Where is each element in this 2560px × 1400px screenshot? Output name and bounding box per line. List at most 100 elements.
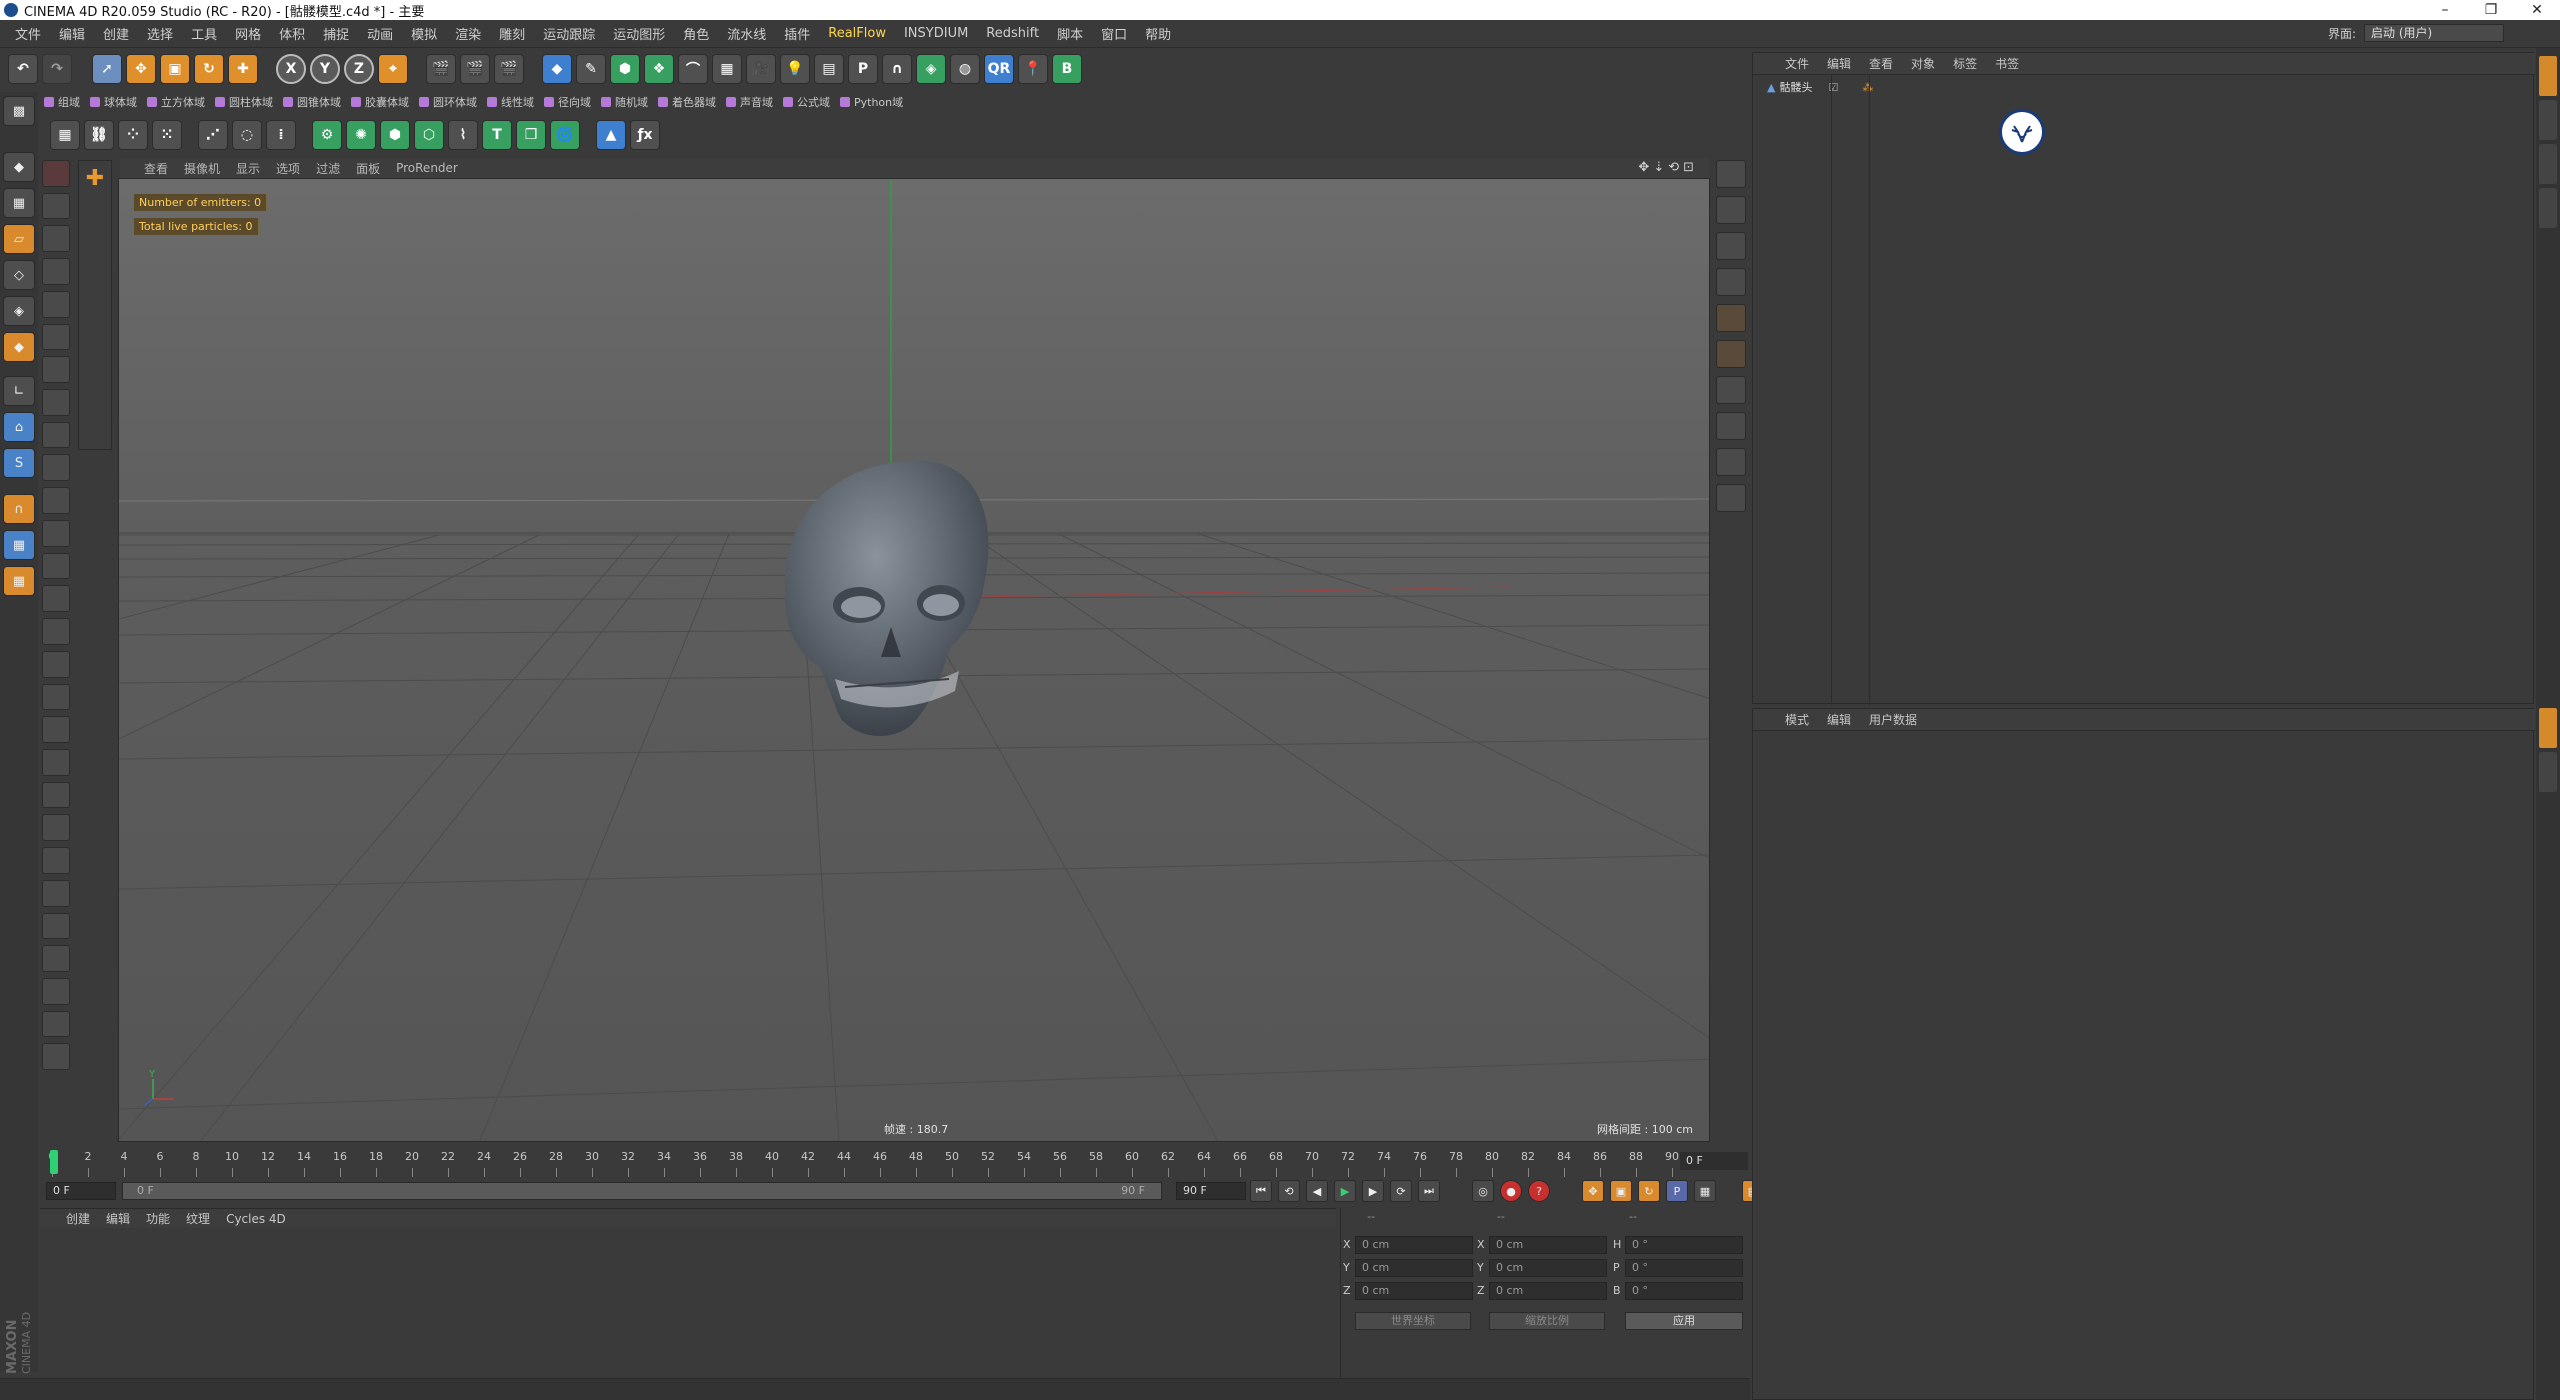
linear-field-button[interactable]: 线性域 bbox=[487, 94, 534, 110]
next-frame-button[interactable]: ▶ bbox=[1362, 1180, 1384, 1202]
coordinate-system-button[interactable]: ⌖ bbox=[378, 54, 408, 84]
menu-file[interactable]: 文件 bbox=[6, 24, 50, 43]
material-menu-texture[interactable]: 纹理 bbox=[186, 1210, 210, 1227]
attr-menu-edit[interactable]: 编辑 bbox=[1827, 711, 1851, 728]
torus-field-button[interactable]: 圆环体域 bbox=[419, 94, 477, 110]
keyframe-selection-button[interactable]: ? bbox=[1528, 1180, 1550, 1202]
menu-create[interactable]: 创建 bbox=[94, 24, 138, 43]
record-keys-button[interactable]: ◎ bbox=[1472, 1180, 1494, 1202]
snap-polygon-button[interactable] bbox=[1716, 304, 1746, 332]
menu-tools[interactable]: 工具 bbox=[182, 24, 226, 43]
magnet-tool-2-button[interactable] bbox=[42, 519, 70, 547]
plugin-b-button[interactable]: B bbox=[1052, 54, 1082, 84]
menu-simulate[interactable]: 模拟 bbox=[402, 24, 446, 43]
render-settings-button[interactable]: 🎬 bbox=[494, 54, 524, 84]
add-floor-button[interactable]: ▦ bbox=[712, 54, 742, 84]
group-field-button[interactable]: 组域 bbox=[44, 94, 80, 110]
object-row-skull[interactable]: ▲ 骷髅头 ☑ ⁂ bbox=[1767, 79, 1873, 95]
coordinate-mode-select[interactable]: 世界坐标 bbox=[1355, 1312, 1471, 1330]
rotation-b-field[interactable]: 0 ° bbox=[1625, 1282, 1743, 1300]
next-key-button[interactable]: ⟳ bbox=[1390, 1180, 1412, 1202]
cone-field-button[interactable]: 圆锥体域 bbox=[283, 94, 341, 110]
key-rotation-button[interactable]: ↻ bbox=[1638, 1180, 1660, 1202]
size-x-field[interactable]: 0 cm bbox=[1489, 1236, 1607, 1254]
menu-help[interactable]: 帮助 bbox=[1136, 24, 1180, 43]
side-tab-takes[interactable] bbox=[2539, 100, 2557, 140]
menu-window[interactable]: 窗口 bbox=[1092, 24, 1136, 43]
side-tab-objects[interactable] bbox=[2539, 56, 2557, 96]
rotate-tool-button[interactable]: ↻ bbox=[194, 54, 224, 84]
render-picture-viewer-button[interactable]: 🎬 bbox=[460, 54, 490, 84]
stitch-button[interactable] bbox=[42, 748, 70, 776]
weld-button[interactable] bbox=[42, 716, 70, 743]
snap-pivot-button[interactable] bbox=[1716, 484, 1746, 512]
viewport-nav-controls[interactable]: ✥⇣⟲⊡ bbox=[1638, 160, 1698, 175]
polygons-mode-button[interactable]: ◆ bbox=[3, 332, 35, 362]
formula-field-button[interactable]: 公式域 bbox=[783, 94, 830, 110]
size-y-field[interactable]: 0 cm bbox=[1489, 1259, 1607, 1277]
snap-vertical-button[interactable] bbox=[1716, 340, 1746, 368]
brush-tool-button[interactable] bbox=[42, 421, 70, 449]
move-tool-button[interactable]: ✥ bbox=[126, 54, 156, 84]
y-axis-lock-button[interactable]: Y bbox=[310, 54, 340, 84]
menu-snap[interactable]: 捕捉 bbox=[314, 24, 358, 43]
viewport-menu-prorender[interactable]: ProRender bbox=[396, 161, 458, 175]
undo-button[interactable]: ↶ bbox=[8, 54, 38, 84]
add-cube-button[interactable]: ◆ bbox=[542, 54, 572, 84]
bevel-button[interactable] bbox=[42, 683, 70, 711]
mograph-weight-button[interactable]: ⁙ bbox=[152, 120, 182, 150]
set-point-button[interactable] bbox=[42, 585, 70, 613]
obj-menu-objects[interactable]: 对象 bbox=[1911, 55, 1935, 72]
obj-menu-file[interactable]: 文件 bbox=[1785, 55, 1809, 72]
menu-pipeline[interactable]: 流水线 bbox=[718, 24, 775, 43]
script-manager-button[interactable]: ▤ bbox=[814, 54, 844, 84]
mograph-fx-button[interactable]: ƒx bbox=[630, 120, 660, 150]
add-camera-button[interactable]: 🎥 bbox=[746, 54, 776, 84]
select-tool-button[interactable] bbox=[42, 192, 70, 220]
recent-tool-button[interactable]: ✚ bbox=[228, 54, 258, 84]
key-pla-button[interactable]: ▦ bbox=[1694, 1180, 1716, 1202]
mograph-matrix-button[interactable]: ⁞ bbox=[266, 120, 296, 150]
add-light-button[interactable]: 💡 bbox=[780, 54, 810, 84]
cylinder-field-button[interactable]: 圆柱体域 bbox=[215, 94, 273, 110]
tweak-mode-button[interactable]: ⌂ bbox=[3, 412, 35, 442]
size-z-field[interactable]: 0 cm bbox=[1489, 1282, 1607, 1300]
material-menu-edit[interactable]: 编辑 bbox=[106, 1210, 130, 1227]
redo-button[interactable]: ↷ bbox=[42, 54, 72, 84]
mograph-voronoi-button[interactable]: ⚙ bbox=[312, 120, 342, 150]
side-tab-layers[interactable] bbox=[2539, 752, 2557, 792]
attr-menu-mode[interactable]: 模式 bbox=[1785, 711, 1809, 728]
position-y-field[interactable]: 0 cm bbox=[1355, 1259, 1473, 1277]
go-to-start-button[interactable]: ⏮ bbox=[1250, 1180, 1272, 1202]
snap-sphere-button[interactable] bbox=[1716, 448, 1746, 476]
rotation-h-field[interactable]: 0 ° bbox=[1625, 1236, 1743, 1254]
axis-mode-button[interactable]: ∟ bbox=[3, 376, 35, 406]
align-normals-button[interactable] bbox=[42, 1010, 70, 1038]
key-parameter-button[interactable]: P bbox=[1666, 1180, 1688, 1202]
add-array-button[interactable]: ❖ bbox=[644, 54, 674, 84]
mograph-tracer-button[interactable]: ⬢ bbox=[380, 120, 410, 150]
side-tab-content-browser[interactable] bbox=[2539, 144, 2557, 184]
plugin-sphere-button[interactable]: ◍ bbox=[950, 54, 980, 84]
perspective-viewport[interactable]: Y Number of emitters: 0 Total live parti… bbox=[118, 178, 1710, 1142]
visibility-toggle-icon[interactable]: ☑ bbox=[1828, 81, 1838, 94]
snap-grid-button[interactable] bbox=[1716, 160, 1746, 188]
menu-character[interactable]: 角色 bbox=[674, 24, 718, 43]
mograph-circle-button[interactable]: ◌ bbox=[232, 120, 262, 150]
minimize-button[interactable]: – bbox=[2422, 0, 2468, 20]
mograph-xpresso-button[interactable]: 🌀 bbox=[550, 120, 580, 150]
menu-plugins[interactable]: 插件 bbox=[775, 24, 819, 43]
mograph-spline-wrap-button[interactable]: ⌇ bbox=[448, 120, 478, 150]
add-spline-button[interactable]: ✎ bbox=[576, 54, 606, 84]
apply-button[interactable]: 应用 bbox=[1625, 1312, 1743, 1330]
sphere-field-button[interactable]: 球体域 bbox=[90, 94, 137, 110]
play-button[interactable]: ▶ bbox=[1334, 1180, 1356, 1202]
extrude-inner-button[interactable] bbox=[42, 650, 70, 678]
sound-field-button[interactable]: 声音域 bbox=[726, 94, 773, 110]
size-mode-select[interactable]: 缩放比例 bbox=[1489, 1312, 1605, 1330]
mograph-selection-button[interactable]: ▦ bbox=[50, 120, 80, 150]
viewport-menu-display[interactable]: 显示 bbox=[236, 160, 260, 177]
reverse-normals-button[interactable] bbox=[42, 1043, 70, 1071]
mograph-pyramid-button[interactable]: ▲ bbox=[596, 120, 626, 150]
add-generator-button[interactable]: ⬢ bbox=[610, 54, 640, 84]
